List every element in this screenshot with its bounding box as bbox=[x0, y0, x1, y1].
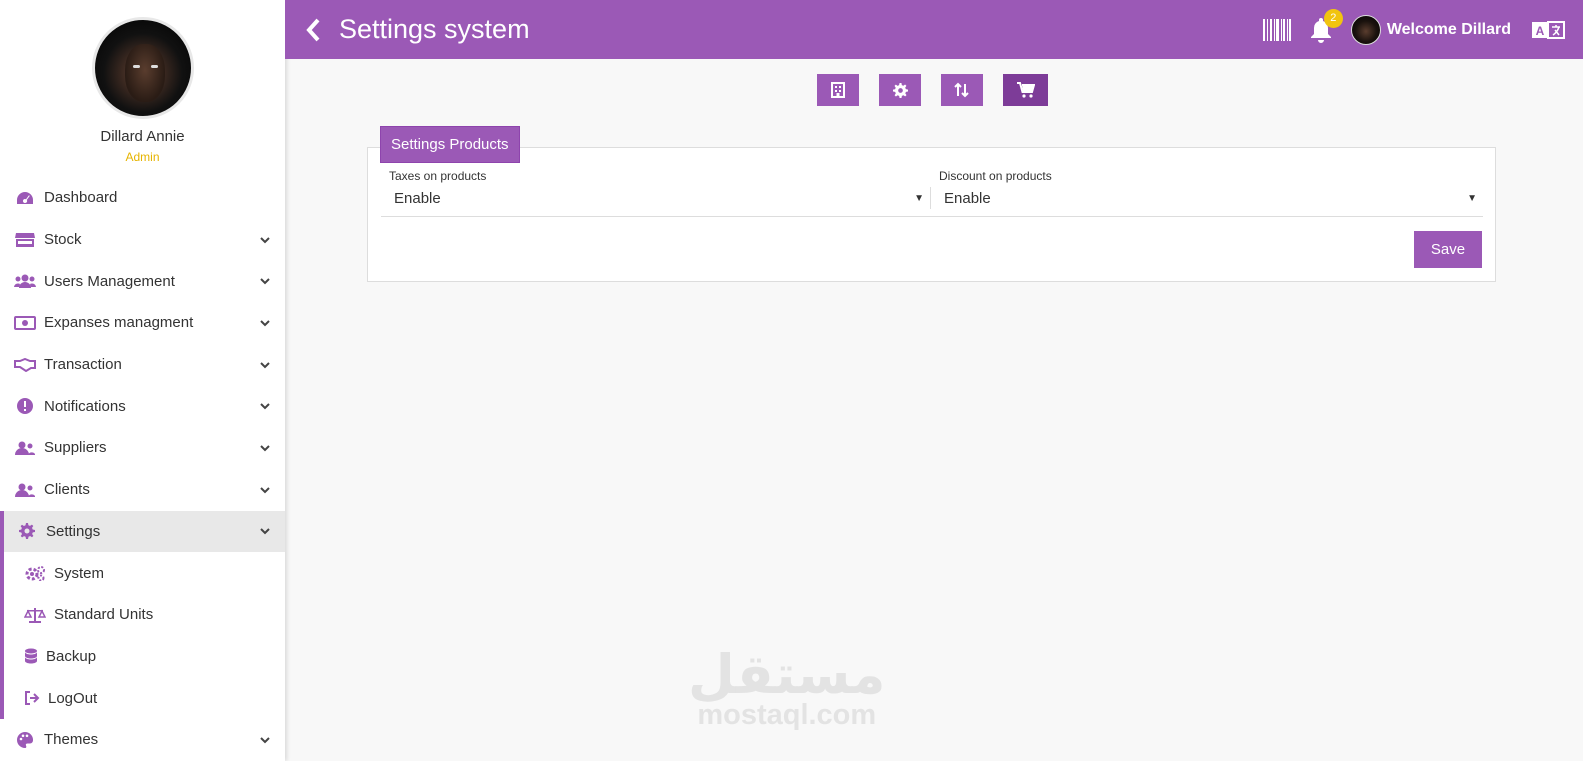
caret-down-icon: ▼ bbox=[914, 192, 924, 204]
general-settings-button[interactable] bbox=[879, 74, 921, 106]
chevron-down-icon bbox=[260, 737, 270, 744]
sidebar-item-label: Clients bbox=[44, 481, 90, 499]
sidebar-menu: Dashboard Stock Users Management Expanse… bbox=[0, 177, 285, 553]
scale-icon bbox=[24, 607, 46, 623]
products-settings-button[interactable] bbox=[1003, 74, 1048, 106]
sidebar-item-users-management[interactable]: Users Management bbox=[0, 260, 285, 302]
settings-toolbar bbox=[817, 74, 1068, 106]
avatar bbox=[91, 17, 194, 119]
sidebar-subitem-standard-units[interactable]: Standard Units bbox=[4, 594, 285, 636]
language-icon[interactable]: A bbox=[1531, 20, 1565, 40]
taxes-field: Taxes on products Enable ▼ bbox=[381, 167, 931, 217]
users-icon bbox=[14, 440, 36, 456]
discount-label: Discount on products bbox=[939, 169, 1052, 183]
taxes-label: Taxes on products bbox=[389, 169, 487, 183]
sidebar-item-themes[interactable]: Themes bbox=[0, 719, 285, 761]
building-settings-button[interactable] bbox=[817, 74, 859, 106]
svg-text:A: A bbox=[1536, 24, 1545, 38]
sidebar-item-suppliers[interactable]: Suppliers bbox=[0, 427, 285, 469]
discount-value: Enable bbox=[944, 189, 991, 207]
profile-section: Dillard Annie Admin bbox=[0, 0, 285, 177]
exclamation-icon bbox=[14, 398, 36, 415]
discount-select[interactable]: Enable ▼ bbox=[931, 187, 1483, 209]
sidebar-item-label: System bbox=[54, 564, 105, 582]
barcode-icon[interactable] bbox=[1262, 18, 1291, 41]
profile-role: Admin bbox=[125, 150, 160, 164]
chevron-down-icon bbox=[260, 528, 270, 535]
sidebar-item-label: Backup bbox=[46, 647, 97, 665]
sidebar-item-settings[interactable]: Settings bbox=[0, 510, 285, 553]
logout-icon bbox=[24, 690, 40, 706]
header-actions: 2 Welcome Dillard A bbox=[1262, 0, 1565, 59]
chevron-down-icon bbox=[260, 278, 270, 285]
sidebar-menu-bottom: Themes bbox=[0, 719, 285, 761]
chevron-down-icon bbox=[260, 236, 270, 243]
chevron-down-icon bbox=[260, 320, 270, 327]
sidebar-item-label: Settings bbox=[46, 522, 101, 540]
database-icon bbox=[24, 648, 38, 664]
sidebar-item-transaction[interactable]: Transaction bbox=[0, 344, 285, 386]
profile-name: Dillard Annie bbox=[100, 128, 185, 145]
chevron-down-icon bbox=[260, 403, 270, 410]
sidebar-item-label: Themes bbox=[44, 731, 99, 749]
sidebar-item-dashboard[interactable]: Dashboard bbox=[0, 177, 285, 219]
chevron-left-icon bbox=[306, 18, 320, 41]
caret-down-icon: ▼ bbox=[1467, 192, 1477, 204]
dashboard-icon bbox=[14, 190, 36, 206]
notifications-button[interactable]: 2 bbox=[1309, 8, 1343, 43]
sidebar-item-notifications[interactable]: Notifications bbox=[0, 385, 285, 427]
sidebar-item-label: Notifications bbox=[44, 397, 126, 415]
sidebar-item-expanses[interactable]: Expanses managment bbox=[0, 302, 285, 344]
sidebar-item-clients[interactable]: Clients bbox=[0, 469, 285, 511]
settings-products-tab[interactable]: Settings Products bbox=[380, 126, 520, 163]
sidebar-subitem-logout[interactable]: LogOut bbox=[4, 677, 285, 719]
gear-icon bbox=[16, 523, 38, 540]
taxes-value: Enable bbox=[394, 189, 441, 207]
settings-products-card: Taxes on products Enable ▼ Discount on p… bbox=[367, 147, 1496, 282]
handshake-icon bbox=[14, 357, 36, 373]
users-icon bbox=[14, 482, 36, 498]
watermark: مستقل mostaql.com bbox=[688, 643, 886, 731]
sidebar-item-label: Suppliers bbox=[44, 439, 107, 457]
settings-submenu: System Standard Units Backup LogOut bbox=[0, 552, 285, 719]
notification-badge: 2 bbox=[1323, 8, 1343, 28]
users-icon bbox=[14, 273, 36, 289]
palette-icon bbox=[14, 731, 36, 748]
sidebar-item-label: Standard Units bbox=[54, 606, 154, 624]
sidebar-item-stock[interactable]: Stock bbox=[0, 219, 285, 261]
chevron-down-icon bbox=[260, 445, 270, 452]
building-icon bbox=[831, 82, 845, 98]
sidebar-subitem-backup[interactable]: Backup bbox=[4, 636, 285, 678]
gears-icon bbox=[24, 565, 46, 582]
chevron-down-icon bbox=[260, 361, 270, 369]
sidebar-item-label: LogOut bbox=[48, 689, 98, 707]
chevron-down-icon bbox=[260, 486, 270, 494]
back-button[interactable] bbox=[305, 17, 325, 43]
sidebar-item-label: Stock bbox=[44, 231, 82, 249]
watermark-arabic: مستقل bbox=[688, 643, 886, 706]
discount-field: Discount on products Enable ▼ bbox=[931, 167, 1483, 217]
sidebar: Dillard Annie Admin Dashboard Stock User… bbox=[0, 0, 285, 761]
money-icon bbox=[14, 315, 36, 331]
sidebar-item-label: Transaction bbox=[44, 356, 122, 374]
welcome-text[interactable]: Welcome Dillard bbox=[1387, 21, 1511, 39]
sidebar-subitem-system[interactable]: System bbox=[4, 552, 285, 594]
sidebar-item-label: Expanses managment bbox=[44, 314, 194, 332]
save-button[interactable]: Save bbox=[1414, 231, 1482, 268]
top-header: Settings system 2 Welcome Dillard A bbox=[285, 0, 1583, 59]
page-title: Settings system bbox=[339, 14, 530, 44]
header-avatar[interactable] bbox=[1350, 14, 1381, 45]
store-icon bbox=[14, 232, 36, 248]
gear-icon bbox=[892, 82, 908, 98]
cart-icon bbox=[1016, 82, 1035, 98]
watermark-latin: mostaql.com bbox=[697, 699, 877, 731]
taxes-select[interactable]: Enable ▼ bbox=[381, 187, 931, 209]
sort-icon bbox=[954, 82, 969, 98]
sidebar-item-label: Users Management bbox=[44, 272, 175, 290]
sidebar-item-label: Dashboard bbox=[44, 189, 118, 207]
sort-settings-button[interactable] bbox=[941, 74, 983, 106]
